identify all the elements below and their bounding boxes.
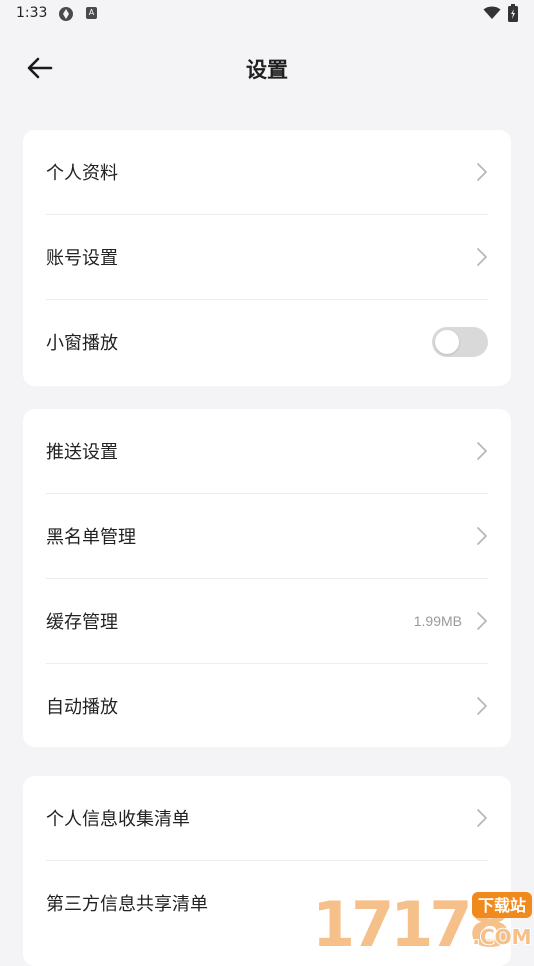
row-account-settings[interactable]: 账号设置	[46, 214, 488, 299]
row-label: 账号设置	[46, 248, 118, 269]
row-personal-profile[interactable]: 个人资料	[46, 130, 488, 214]
row-label: 个人信息收集清单	[46, 809, 190, 830]
row-label: 小窗播放	[46, 333, 118, 354]
watermark-domain: .COM	[472, 925, 531, 949]
toggle-knob	[435, 330, 459, 354]
site-watermark-logo: 17178 下载站 .COM	[311, 888, 533, 950]
row-label: 推送设置	[46, 442, 118, 463]
settings-group-account: 个人资料 账号设置 小窗播放	[23, 130, 511, 386]
row-label: 缓存管理	[46, 612, 118, 633]
wifi-icon	[483, 6, 501, 19]
row-label: 个人资料	[46, 163, 118, 184]
row-label: 自动播放	[46, 697, 118, 718]
notification-badge-icon: A	[86, 7, 97, 19]
chevron-right-icon	[477, 809, 487, 827]
chevron-right-icon	[477, 527, 487, 545]
chevron-right-icon	[477, 248, 487, 266]
cache-size-value: 1.99MB	[413, 613, 462, 629]
row-label: 黑名单管理	[46, 527, 136, 548]
row-mini-window-play: 小窗播放	[46, 299, 488, 384]
page-title: 设置	[246, 58, 288, 82]
row-cache-management[interactable]: 缓存管理 1.99MB	[46, 578, 488, 663]
chevron-right-icon	[477, 442, 487, 460]
status-bar: 1:33 A	[0, 0, 534, 28]
aperture-icon	[59, 7, 73, 21]
row-auto-play[interactable]: 自动播放	[46, 663, 488, 747]
chevron-right-icon	[477, 612, 487, 630]
row-personal-info-list[interactable]: 个人信息收集清单	[46, 776, 488, 860]
row-push-settings[interactable]: 推送设置	[46, 409, 488, 493]
battery-icon	[508, 4, 518, 22]
settings-group-general: 推送设置 黑名单管理 缓存管理 1.99MB 自动播放	[23, 409, 511, 747]
nav-bar: 设置	[0, 40, 534, 96]
mini-window-toggle[interactable]	[432, 327, 488, 357]
row-blacklist[interactable]: 黑名单管理	[46, 493, 488, 578]
chevron-right-icon	[477, 697, 487, 715]
status-time: 1:33	[16, 5, 48, 21]
chevron-right-icon	[477, 163, 487, 181]
watermark-tag: 下载站	[478, 896, 526, 915]
